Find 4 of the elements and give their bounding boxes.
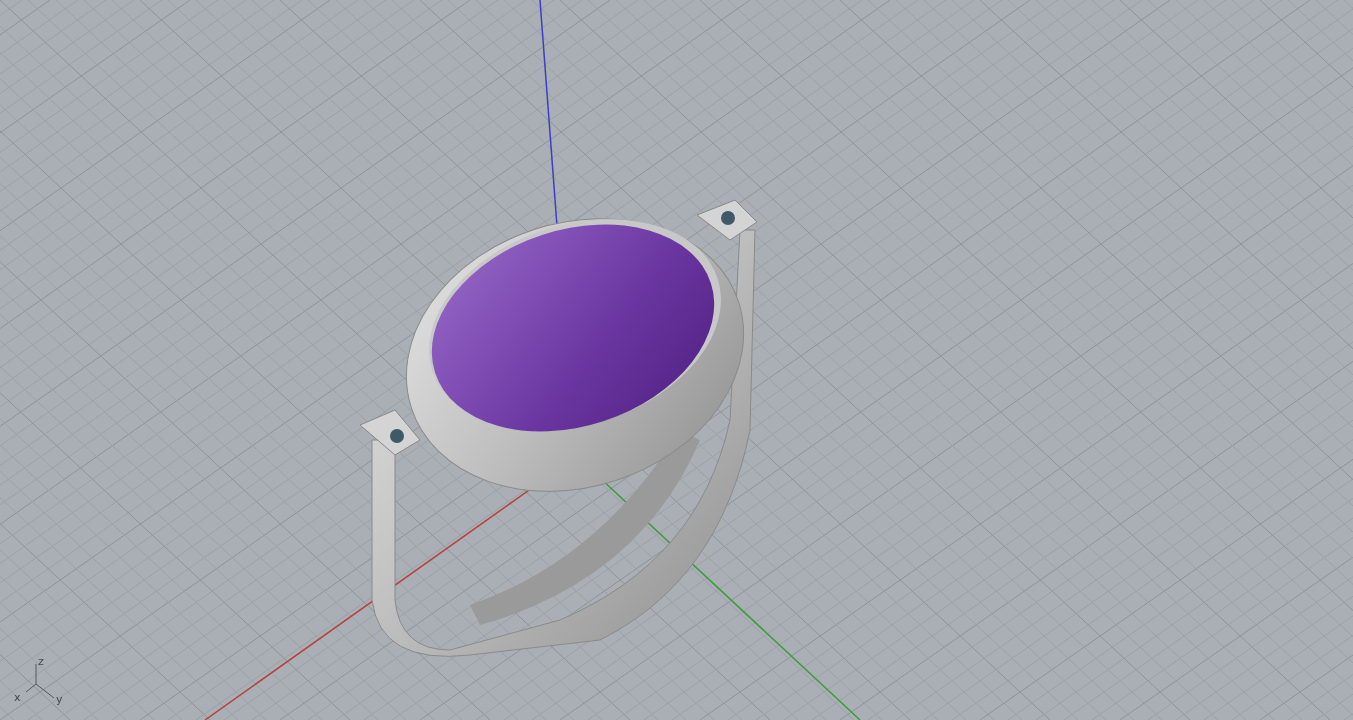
viewport[interactable]: z x y — [0, 0, 1353, 720]
axis-label: y — [56, 694, 63, 706]
axis-label: z — [38, 656, 44, 668]
axis-label: x — [14, 692, 21, 704]
